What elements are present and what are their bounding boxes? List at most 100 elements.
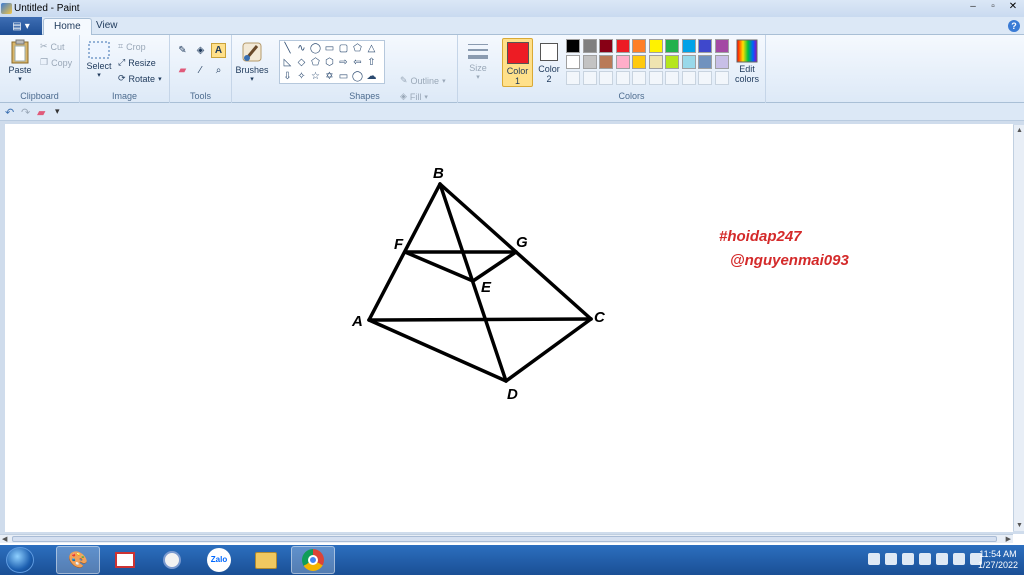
pentagon-shape-icon[interactable]: ⬠ [309,56,322,69]
curve-shape-icon[interactable]: ∿ [295,42,308,55]
hexagon-shape-icon[interactable]: ⬡ [323,56,336,69]
resize-button[interactable]: ⤢ Resize [118,57,156,68]
magnifier-icon[interactable]: ⌕ [211,63,226,78]
customize-toolbar-icon[interactable]: ▾ [55,106,60,117]
fill-button[interactable]: ◈ Fill ▾ [400,91,428,102]
text-tool-icon[interactable]: A [211,43,226,58]
polygon-shape-icon[interactable]: ⬠ [351,42,364,55]
brushes-button[interactable]: Brushes ▾ [235,39,269,83]
size-button[interactable]: Size ▾ [464,41,492,81]
taskbar-app-2[interactable] [103,546,147,574]
palette-color-swatch[interactable] [648,55,663,69]
outline-button[interactable]: ✎ Outline ▾ [400,75,446,86]
file-menu-button[interactable]: ▤ ▾ [0,17,42,35]
scroll-right-icon[interactable]: ▶ [1006,535,1011,543]
four-point-star-shape-icon[interactable]: ✧ [295,70,308,83]
system-clock[interactable]: 11:54 AM 1/27/2022 [978,549,1018,571]
tray-app-icon[interactable] [902,553,914,565]
palette-color-swatch[interactable] [681,39,696,53]
redo-icon[interactable]: ↷ [21,106,30,119]
palette-empty-swatch[interactable] [582,71,597,85]
palette-color-swatch[interactable] [665,55,679,69]
palette-empty-swatch[interactable] [632,71,646,85]
pencil-icon[interactable]: ✎ [175,43,190,58]
help-icon[interactable]: ? [1008,20,1020,32]
shapes-gallery[interactable]: ╲ ∿ ◯ ▭ ▢ ⬠ △ ◺ ◇ ⬠ ⬡ ⇨ ⇦ ⇧ ⇩ ✧ ☆ ✡ ▭ ◯ … [279,40,385,84]
palette-color-swatch[interactable] [566,39,580,53]
vertical-scrollbar[interactable]: ▲ ▼ [1013,125,1024,531]
tab-home[interactable]: Home [43,18,92,35]
palette-empty-swatch[interactable] [681,71,696,85]
palette-color-swatch[interactable] [599,39,613,53]
paint-app-icon[interactable] [1,3,12,14]
palette-empty-swatch[interactable] [714,71,729,85]
undo-icon[interactable]: ↶ [5,106,14,119]
tab-view[interactable]: View [86,18,128,35]
edit-colors-button[interactable]: Edit colors [732,38,762,84]
up-arrow-shape-icon[interactable]: ⇧ [365,56,378,69]
palette-color-swatch[interactable] [582,55,597,69]
scroll-up-icon[interactable]: ▲ [1016,127,1023,134]
palette-color-swatch[interactable] [632,39,646,53]
minimize-button[interactable]: – [964,1,982,14]
down-arrow-shape-icon[interactable]: ⇩ [281,70,294,83]
horizontal-scroll-thumb[interactable] [12,536,997,542]
palette-color-swatch[interactable] [632,55,646,69]
tray-chat-icon[interactable] [868,553,880,565]
palette-color-swatch[interactable] [648,39,663,53]
right-arrow-shape-icon[interactable]: ⇨ [337,56,350,69]
palette-color-swatch[interactable] [698,39,712,53]
start-button[interactable] [6,547,34,573]
scroll-left-icon[interactable]: ◀ [2,535,7,543]
six-point-star-shape-icon[interactable]: ✡ [323,70,336,83]
taskbar-chrome[interactable] [291,546,335,574]
palette-empty-swatch[interactable] [566,71,580,85]
crop-button[interactable]: ⌗ Crop [118,41,146,52]
eraser-icon[interactable]: ▰ [37,106,45,119]
volume-icon[interactable] [885,553,897,565]
taskbar-file-explorer[interactable] [244,546,288,574]
five-point-star-shape-icon[interactable]: ☆ [309,70,322,83]
palette-color-swatch[interactable] [566,55,580,69]
palette-color-swatch[interactable] [599,55,613,69]
palette-color-swatch[interactable] [681,55,696,69]
select-button[interactable]: Select ▾ [86,39,112,79]
maximize-button[interactable]: ▫ [984,1,1002,14]
triangle-shape-icon[interactable]: △ [365,42,378,55]
diamond-shape-icon[interactable]: ◇ [295,56,308,69]
palette-color-swatch[interactable] [714,39,729,53]
color-picker-icon[interactable]: ⁄ [193,63,208,78]
palette-color-swatch[interactable] [615,55,630,69]
palette-empty-swatch[interactable] [599,71,613,85]
tray-settings-icon[interactable] [936,553,948,565]
palette-empty-swatch[interactable] [615,71,630,85]
palette-color-swatch[interactable] [615,39,630,53]
taskbar-paint[interactable]: 🎨 [56,546,100,574]
action-center-icon[interactable] [953,553,965,565]
rotate-button[interactable]: ⟳ Rotate ▾ [118,73,162,84]
oval-shape-icon[interactable]: ◯ [309,42,322,55]
close-button[interactable]: ✕ [1004,1,1022,14]
line-shape-icon[interactable]: ╲ [281,42,294,55]
cloud-callout-shape-icon[interactable]: ☁ [365,70,378,83]
oval-callout-shape-icon[interactable]: ◯ [351,70,364,83]
color1-button[interactable]: Color 1 [502,38,533,87]
horizontal-scrollbar[interactable]: ◀ ▶ [0,534,1013,543]
taskbar-zalo[interactable]: Zalo [197,546,241,574]
drawing-canvas[interactable]: B F G E A C D #hoidap247 @nguyenmai093 [5,124,1013,532]
palette-empty-swatch[interactable] [648,71,663,85]
left-arrow-shape-icon[interactable]: ⇦ [351,56,364,69]
cut-button[interactable]: ✂ Cut [40,41,65,52]
callout-shape-icon[interactable]: ▭ [337,70,350,83]
rounded-rectangle-shape-icon[interactable]: ▢ [337,42,350,55]
copy-button[interactable]: ❐ Copy [40,57,72,68]
eraser-icon[interactable]: ▰ [175,63,190,78]
taskbar-app-3[interactable] [150,546,194,574]
palette-empty-swatch[interactable] [698,71,712,85]
palette-empty-swatch[interactable] [665,71,679,85]
color2-button[interactable]: Color 2 [535,38,563,87]
palette-color-swatch[interactable] [714,55,729,69]
palette-color-swatch[interactable] [665,39,679,53]
palette-color-swatch[interactable] [698,55,712,69]
fill-bucket-icon[interactable]: ◈ [193,43,208,58]
